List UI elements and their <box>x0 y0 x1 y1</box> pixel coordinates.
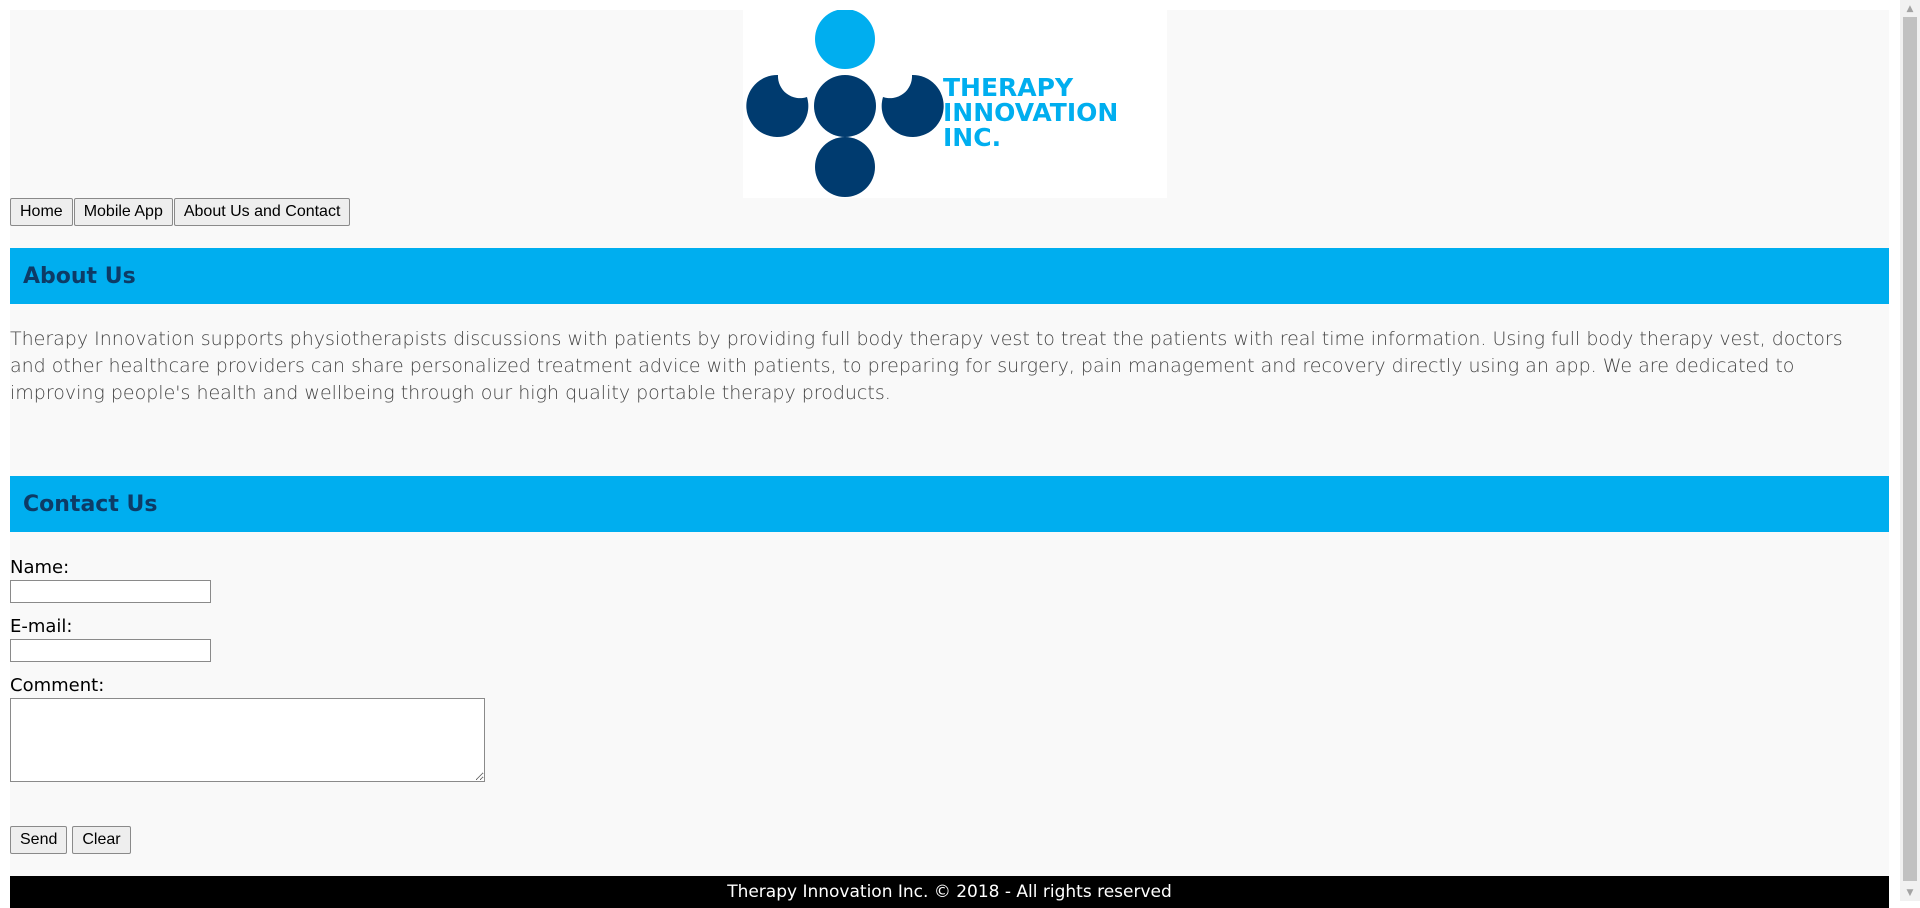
comment-field[interactable] <box>10 698 485 782</box>
logo-left-crescent <box>746 74 809 137</box>
page: THERAPY INNOVATION INC. Home Mobile App … <box>10 10 1889 908</box>
about-heading: About Us <box>23 263 136 289</box>
scrollbar-thumb[interactable] <box>1903 17 1917 881</box>
logo-center-circle <box>814 75 876 137</box>
nav-mobile-app-button[interactable]: Mobile App <box>73 198 173 226</box>
logo-graphic: THERAPY INNOVATION INC. <box>746 10 1118 197</box>
email-field[interactable] <box>10 639 211 662</box>
logo-text-line3: INC. <box>943 123 1001 152</box>
name-label: Name: <box>10 557 70 578</box>
logo-bottom-circle <box>815 137 875 197</box>
send-button[interactable]: Send <box>10 826 68 854</box>
about-header-bar: About Us <box>10 248 1889 304</box>
logo-right-crescent <box>881 74 944 137</box>
nav-about-contact-button[interactable]: About Us and Contact <box>173 198 351 226</box>
about-text: Therapy Innovation supports physiotherap… <box>10 328 1843 404</box>
name-field[interactable] <box>10 580 211 603</box>
comment-label: Comment: <box>10 675 105 696</box>
footer: Therapy Innovation Inc. © 2018 - All rig… <box>10 876 1889 908</box>
form-buttons: Send Clear <box>10 826 131 854</box>
logo-top-circle <box>815 10 875 69</box>
footer-text: Therapy Innovation Inc. © 2018 - All rig… <box>727 882 1172 902</box>
scroll-up-icon[interactable]: ▲ <box>1900 0 1920 17</box>
vertical-scrollbar[interactable]: ▲ ▼ <box>1900 0 1920 901</box>
clear-button[interactable]: Clear <box>72 826 131 854</box>
contact-form: Name: E-mail: Comment: <box>10 556 485 782</box>
nav-home-button[interactable]: Home <box>10 198 73 226</box>
scroll-down-icon[interactable]: ▼ <box>1900 884 1920 901</box>
company-logo: THERAPY INNOVATION INC. <box>743 10 1167 198</box>
email-label: E-mail: <box>10 616 73 637</box>
main-nav: Home Mobile App About Us and Contact <box>10 198 351 226</box>
contact-header-bar: Contact Us <box>10 476 1889 532</box>
contact-heading: Contact Us <box>23 491 158 517</box>
